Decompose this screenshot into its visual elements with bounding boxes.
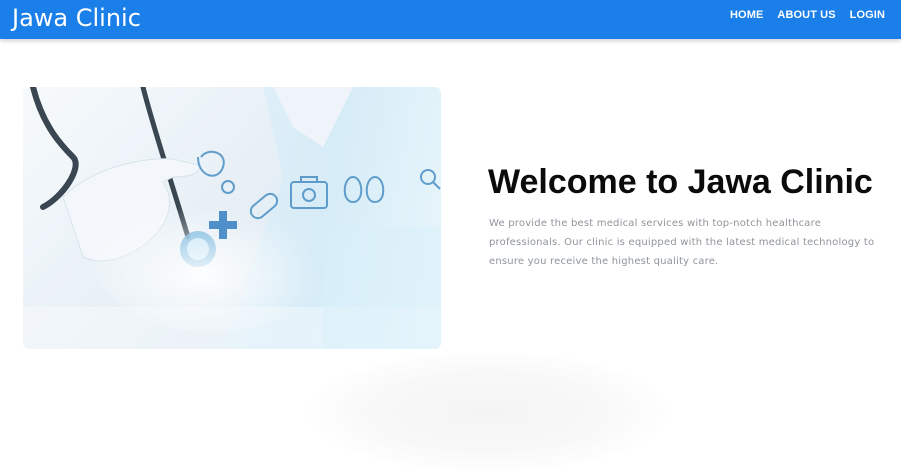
nav-link-about-us[interactable]: ABOUT US <box>777 9 835 21</box>
nav-link-home[interactable]: HOME <box>730 9 763 21</box>
doctor-illustration <box>23 87 441 349</box>
nav-links: HOME ABOUT US LOGIN <box>716 0 885 29</box>
brand-logo[interactable]: Jawa Clinic <box>12 3 141 33</box>
hero-image <box>23 87 441 349</box>
hero-description: We provide the best medical services wit… <box>489 218 875 267</box>
nav-link-login[interactable]: LOGIN <box>850 9 885 21</box>
hero-title: Welcome to Jawa Clinic <box>488 163 873 201</box>
navbar: Jawa Clinic HOME ABOUT US LOGIN <box>0 0 901 39</box>
decorative-glow <box>308 352 668 472</box>
